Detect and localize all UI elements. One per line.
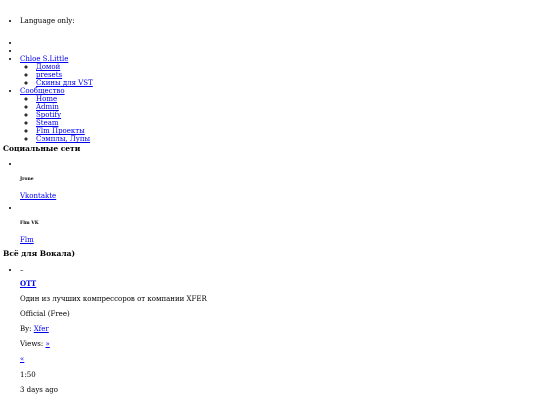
menu-item-empty-2[interactable] xyxy=(20,47,540,55)
menu-link-home[interactable]: Home xyxy=(36,95,57,103)
social-item xyxy=(20,160,540,170)
menu-link-samples-loops[interactable]: Сэмплы, Лупы xyxy=(36,135,90,143)
language-filter: Language only: xyxy=(0,17,540,25)
plugin-title-link[interactable]: OTT xyxy=(20,279,36,288)
views-link[interactable]: » xyxy=(46,340,50,348)
author-label: By: xyxy=(20,325,32,334)
menu-link-home-ru[interactable]: Домой xyxy=(36,63,60,71)
main-menu: Chloe S.Little Домой presets Скины для V… xyxy=(0,39,540,144)
menu-item-chloe: Chloe S.Little Домой presets Скины для V… xyxy=(20,55,540,87)
menu-link-chloe-s-little[interactable]: Chloe S.Little xyxy=(20,55,68,63)
menu-link-community[interactable]: Сообщество xyxy=(20,87,65,95)
social-link-flm[interactable]: Flm xyxy=(20,236,34,244)
menu-link-flm-projects[interactable]: Flm Проекты xyxy=(36,127,85,135)
menu-item-community: Сообщество Home Admin Spotify Steam Flm … xyxy=(20,87,540,143)
menu-item-empty-1[interactable] xyxy=(20,39,540,47)
video-duration: 1:50 xyxy=(20,371,36,380)
social-caption: Jrone xyxy=(20,177,34,182)
vocal-section-title: Всё для Вокала) xyxy=(3,249,76,258)
social-caption: Flm VK xyxy=(20,221,39,227)
social-item xyxy=(20,204,540,214)
social-link-vkontakte[interactable]: Vkontakte xyxy=(20,192,56,200)
views-label: Views: xyxy=(20,340,44,349)
menu-link-spotify[interactable]: Spotify xyxy=(36,111,61,119)
language-only-label: Language only: xyxy=(20,17,75,25)
menu-link-vst-skins[interactable]: Скины для VST xyxy=(36,79,93,87)
vocal-section: – OTT Один из лучших компрессоров от ком… xyxy=(0,266,540,394)
menu-link-presets[interactable]: presets xyxy=(36,71,62,79)
social-section: Jrone Vkontakte Flm VK Flm xyxy=(0,160,540,244)
menu-link-steam[interactable]: Steam xyxy=(36,119,59,127)
language-only-item: Language only: xyxy=(20,17,540,25)
menu-link-admin[interactable]: Admin xyxy=(36,103,59,111)
author-link[interactable]: Xfer xyxy=(34,325,49,333)
more-link[interactable]: « xyxy=(20,355,24,363)
vocal-item: – xyxy=(20,266,540,274)
vocal-item-marker: – xyxy=(20,266,24,274)
plugin-description: Один из лучших компрессоров от компании … xyxy=(20,295,207,304)
social-section-title: Социальные сети xyxy=(3,144,81,153)
post-date: 3 days ago xyxy=(20,386,58,395)
plugin-license: Official (Free) xyxy=(20,310,70,319)
